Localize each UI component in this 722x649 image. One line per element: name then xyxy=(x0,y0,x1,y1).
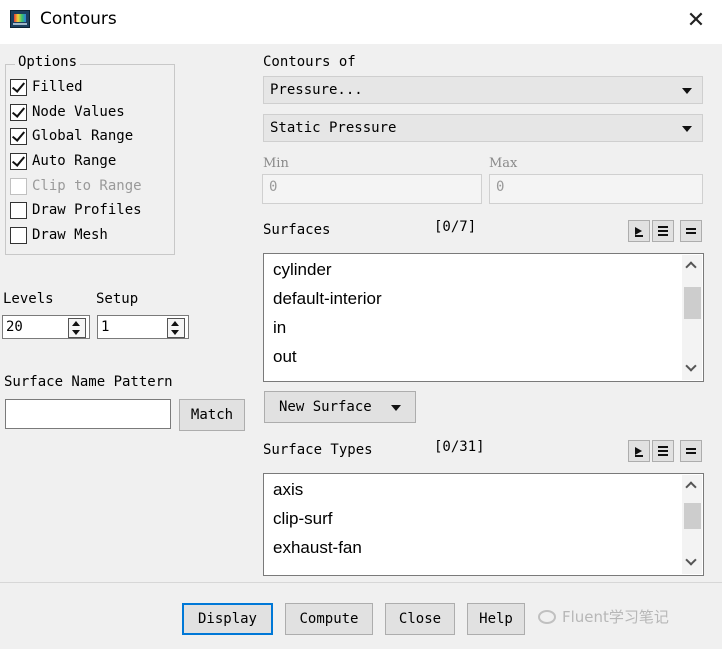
surface-name-pattern-label: Surface Name Pattern xyxy=(4,374,173,390)
checkbox-label: Auto Range xyxy=(32,153,117,169)
surface-name-pattern-input[interactable] xyxy=(5,399,171,429)
new-surface-button[interactable]: New Surface xyxy=(264,391,416,423)
levels-value: 20 xyxy=(6,319,23,335)
setup-spinner[interactable]: 1 xyxy=(97,315,189,339)
contours-of-category-dropdown[interactable]: Pressure... xyxy=(263,76,703,104)
contours-of-label: Contours of xyxy=(263,54,356,70)
scroll-down-icon[interactable] xyxy=(682,360,702,378)
checkbox-label: Global Range xyxy=(32,128,134,144)
setup-spin-arrows-icon[interactable] xyxy=(167,318,185,338)
help-button[interactable]: Help xyxy=(467,603,525,635)
checkbox-box[interactable] xyxy=(10,201,27,219)
min-field: 0 xyxy=(262,174,482,204)
surface-list-item[interactable]: out xyxy=(273,347,297,367)
surface-list-item[interactable]: default-interior xyxy=(273,289,382,309)
surface-type-list-item[interactable]: axis xyxy=(273,480,303,500)
options-legend: Options xyxy=(15,54,81,70)
surface-list-item[interactable]: cylinder xyxy=(273,260,332,280)
checkbox-box[interactable] xyxy=(10,103,27,121)
watermark: Fluent学习笔记 xyxy=(538,606,669,627)
wechat-icon xyxy=(538,609,556,624)
footer-separator xyxy=(0,582,722,583)
surface-type-list-item[interactable]: exhaust-fan xyxy=(273,538,362,558)
node-values-checkbox[interactable]: Node Values xyxy=(10,101,125,123)
surface-types-selection-count: [0/31] xyxy=(434,439,485,455)
levels-spinner[interactable]: 20 xyxy=(2,315,90,339)
surfaces-list-icon[interactable] xyxy=(652,220,674,242)
checkbox-box xyxy=(10,177,27,195)
surface-types-select-all-icon[interactable] xyxy=(628,440,650,462)
checkbox-label: Filled xyxy=(32,79,83,95)
dropdown-arrow-icon xyxy=(682,126,692,132)
close-button[interactable]: Close xyxy=(385,603,455,635)
checkbox-label: Clip to Range xyxy=(32,178,142,194)
draw-mesh-checkbox[interactable]: Draw Mesh xyxy=(10,224,108,246)
levels-label: Levels xyxy=(3,291,54,307)
scroll-down-icon[interactable] xyxy=(682,554,702,572)
scroll-thumb[interactable] xyxy=(684,287,701,319)
checkbox-box[interactable] xyxy=(10,226,27,244)
surface-types-deselect-icon[interactable] xyxy=(680,440,702,462)
scroll-up-icon[interactable] xyxy=(682,477,702,495)
dropdown-value: Static Pressure xyxy=(270,120,397,136)
surface-types-scrollbar[interactable] xyxy=(682,475,702,574)
checkbox-box[interactable] xyxy=(10,127,27,145)
max-field: 0 xyxy=(489,174,703,204)
scroll-up-icon[interactable] xyxy=(682,257,702,275)
window-title: Contours xyxy=(40,9,117,29)
surface-list-item[interactable]: in xyxy=(273,318,286,338)
surfaces-deselect-icon[interactable] xyxy=(680,220,702,242)
dropdown-arrow-icon xyxy=(391,405,401,411)
surface-types-label: Surface Types xyxy=(263,442,373,458)
dropdown-arrow-icon xyxy=(682,88,692,94)
checkbox-label: Draw Profiles xyxy=(32,202,142,218)
display-button[interactable]: Display xyxy=(182,603,273,635)
surfaces-label: Surfaces xyxy=(263,222,331,238)
watermark-text: Fluent学习笔记 xyxy=(562,608,669,626)
surfaces-select-all-icon[interactable] xyxy=(628,220,650,242)
surfaces-listbox[interactable]: cylinder default-interior in out xyxy=(263,253,704,382)
scroll-thumb[interactable] xyxy=(684,503,701,529)
new-surface-label: New Surface xyxy=(279,399,372,415)
setup-value: 1 xyxy=(101,319,110,335)
checkbox-box[interactable] xyxy=(10,78,27,96)
checkbox-label: Node Values xyxy=(32,104,125,120)
filled-checkbox[interactable]: Filled xyxy=(10,76,83,98)
checkbox-box[interactable] xyxy=(10,152,27,170)
surface-type-list-item[interactable]: clip-surf xyxy=(273,509,333,529)
min-label: Min xyxy=(263,156,289,171)
global-range-checkbox[interactable]: Global Range xyxy=(10,125,133,147)
close-window-icon[interactable]: ✕ xyxy=(680,4,712,38)
surfaces-scrollbar[interactable] xyxy=(682,255,702,380)
clip-to-range-checkbox: Clip to Range xyxy=(10,175,142,197)
surfaces-selection-count: [0/7] xyxy=(434,219,477,235)
dropdown-value: Pressure... xyxy=(270,82,363,98)
fluent-app-icon xyxy=(10,10,30,28)
auto-range-checkbox[interactable]: Auto Range xyxy=(10,150,116,172)
surface-types-listbox[interactable]: axis clip-surf exhaust-fan xyxy=(263,473,704,576)
contours-of-variable-dropdown[interactable]: Static Pressure xyxy=(263,114,703,142)
setup-label: Setup xyxy=(96,291,139,307)
surface-types-list-icon[interactable] xyxy=(652,440,674,462)
draw-profiles-checkbox[interactable]: Draw Profiles xyxy=(10,199,142,221)
match-button[interactable]: Match xyxy=(179,399,245,431)
checkbox-label: Draw Mesh xyxy=(32,227,108,243)
levels-spin-arrows-icon[interactable] xyxy=(68,318,86,338)
compute-button[interactable]: Compute xyxy=(285,603,373,635)
max-label: Max xyxy=(489,156,518,171)
